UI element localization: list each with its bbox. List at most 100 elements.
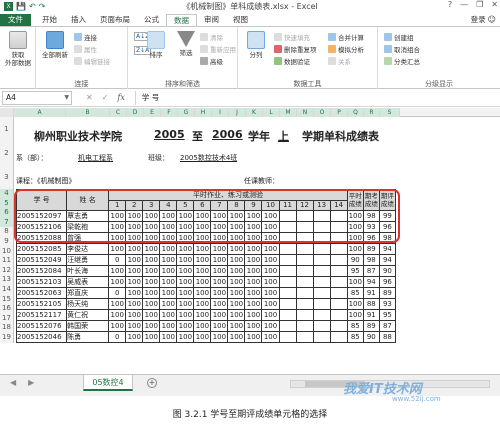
score-cell[interactable]	[329, 308, 348, 321]
score-cell[interactable]: 100	[176, 297, 195, 310]
score-cell[interactable]: 100	[142, 264, 161, 277]
student-id[interactable]: 2005152103	[15, 275, 68, 288]
title-year-end[interactable]: 2006	[212, 128, 243, 141]
score-cell[interactable]: 100	[210, 330, 229, 343]
score-cell[interactable]: 100	[176, 275, 195, 288]
score-cell[interactable]: 100	[210, 275, 229, 288]
score-cell[interactable]	[329, 242, 348, 255]
grade-ps[interactable]: 90	[346, 253, 364, 266]
student-id[interactable]: 2005152084	[15, 264, 68, 277]
connections-button[interactable]: 连接	[74, 32, 97, 42]
score-cell[interactable]	[295, 330, 314, 343]
grade-qp[interactable]: 94	[378, 242, 397, 255]
tab-insert[interactable]: 插入	[64, 14, 93, 26]
grade-qk[interactable]: 87	[362, 264, 380, 277]
score-cell[interactable]: 100	[176, 286, 195, 299]
title-year-start[interactable]: 2005	[154, 128, 185, 141]
score-cell[interactable]: 0	[108, 330, 127, 343]
row-header[interactable]: 9	[0, 237, 14, 247]
score-cell[interactable]: 100	[244, 264, 263, 277]
ungroup-button[interactable]: 取消组合	[384, 44, 420, 54]
score-cell[interactable]: 100	[159, 330, 178, 343]
score-cell[interactable]: 100	[176, 330, 195, 343]
row-header[interactable]: 7	[0, 217, 14, 228]
score-cell[interactable]: 100	[193, 286, 212, 299]
class-value[interactable]: 2005数控技术4班	[180, 153, 237, 163]
score-cell[interactable]	[295, 242, 314, 255]
grade-ps[interactable]: 85	[346, 286, 364, 299]
score-cell[interactable]: 100	[261, 242, 280, 255]
score-cell[interactable]	[278, 264, 297, 277]
student-name[interactable]: 韩国荣	[66, 319, 110, 332]
data-validation-button[interactable]: 数据验证	[274, 56, 310, 66]
score-cell[interactable]: 100	[227, 242, 246, 255]
score-cell[interactable]: 100	[142, 253, 161, 266]
next-sheet-icon[interactable]: ▶	[28, 378, 34, 387]
score-cell[interactable]: 100	[244, 297, 263, 310]
formula-input[interactable]: 学 号	[134, 90, 500, 105]
score-cell[interactable]: 100	[261, 275, 280, 288]
score-cell[interactable]	[278, 297, 297, 310]
row-header[interactable]: 3	[0, 165, 14, 189]
student-id[interactable]: 2005152049	[15, 253, 68, 266]
score-cell[interactable]: 100	[227, 264, 246, 277]
score-cell[interactable]: 100	[261, 308, 280, 321]
score-cell[interactable]: 100	[261, 297, 280, 310]
score-cell[interactable]: 100	[142, 242, 161, 255]
score-cell[interactable]: 100	[261, 253, 280, 266]
score-cell[interactable]: 100	[244, 242, 263, 255]
score-cell[interactable]: 100	[125, 275, 144, 288]
relationships-button[interactable]: 关系	[328, 56, 351, 66]
score-cell[interactable]: 100	[210, 242, 229, 255]
score-cell[interactable]: 100	[261, 330, 280, 343]
row-header[interactable]: 17	[0, 313, 14, 324]
column-header[interactable]: Q	[348, 108, 364, 117]
score-cell[interactable]: 100	[227, 286, 246, 299]
score-cell[interactable]: 100	[142, 275, 161, 288]
student-name[interactable]: 郑直庆	[66, 286, 110, 299]
score-cell[interactable]: 100	[227, 297, 246, 310]
score-cell[interactable]: 100	[176, 242, 195, 255]
grade-qk[interactable]: 91	[362, 286, 380, 299]
column-header[interactable]: B	[66, 108, 110, 117]
score-cell[interactable]: 100	[142, 330, 161, 343]
score-cell[interactable]: 100	[159, 297, 178, 310]
remove-duplicates-button[interactable]: 删除重复项	[274, 44, 317, 54]
tab-data[interactable]: 数据	[166, 14, 197, 26]
group-button[interactable]: 创建组	[384, 32, 414, 42]
edit-links-button[interactable]: 编辑链接	[74, 56, 110, 66]
column-header[interactable]: O	[314, 108, 331, 117]
row-header[interactable]: 18	[0, 323, 14, 333]
score-cell[interactable]: 100	[125, 242, 144, 255]
restore-icon[interactable]: ❐	[476, 0, 483, 9]
score-cell[interactable]: 100	[142, 297, 161, 310]
score-cell[interactable]: 100	[210, 297, 229, 310]
student-id[interactable]: 2005152063	[15, 286, 68, 299]
flash-fill-button[interactable]: 快速填充	[274, 32, 310, 42]
score-cell[interactable]	[329, 286, 348, 299]
grade-ps[interactable]: 100	[346, 275, 364, 288]
score-cell[interactable]	[295, 275, 314, 288]
column-header[interactable]: S	[380, 108, 400, 117]
grade-qk[interactable]: 91	[362, 308, 380, 321]
reapply-button[interactable]: 重新应用	[200, 44, 236, 54]
score-cell[interactable]: 100	[244, 286, 263, 299]
title-term[interactable]: 上	[278, 128, 289, 144]
score-cell[interactable]: 100	[125, 253, 144, 266]
student-name[interactable]: 叶长海	[66, 264, 110, 277]
score-cell[interactable]: 100	[261, 286, 280, 299]
score-cell[interactable]	[295, 253, 314, 266]
close-icon[interactable]: ✕	[491, 0, 498, 9]
score-cell[interactable]	[312, 264, 331, 277]
advanced-filter-button[interactable]: 高级	[200, 56, 223, 66]
score-cell[interactable]	[312, 319, 331, 332]
sort-button[interactable]: 排序	[142, 31, 170, 59]
sheet-tab-active[interactable]: 05数控4	[83, 375, 133, 391]
score-cell[interactable]: 100	[176, 253, 195, 266]
score-cell[interactable]: 100	[159, 264, 178, 277]
score-cell[interactable]: 100	[108, 308, 127, 321]
student-name[interactable]: 吴威表	[66, 275, 110, 288]
grade-qk[interactable]: 90	[362, 330, 380, 343]
what-if-button[interactable]: 模拟分析	[328, 44, 364, 54]
score-cell[interactable]: 100	[193, 264, 212, 277]
